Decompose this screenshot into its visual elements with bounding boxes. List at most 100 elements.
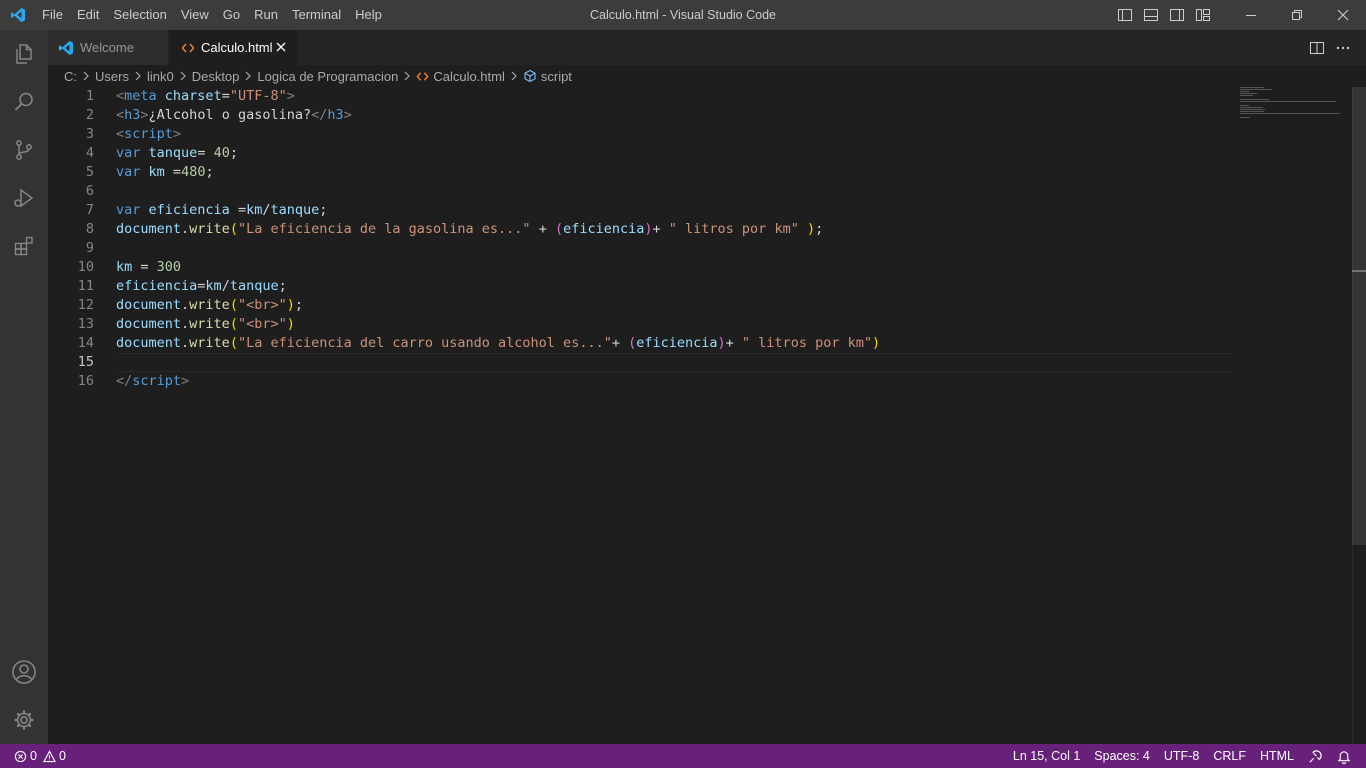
- line-numbers-gutter: 1 2 3 4 5 6 7 8 9 10 11 12 13 14 15 16: [48, 87, 94, 391]
- explorer-icon[interactable]: [0, 30, 48, 78]
- toggle-panel-icon[interactable]: [1138, 0, 1164, 30]
- cursor-position[interactable]: Ln 15, Col 1: [1006, 744, 1087, 768]
- code-line[interactable]: var tanque= 40;: [116, 144, 1232, 163]
- code-line[interactable]: [116, 353, 1232, 372]
- code-line[interactable]: document.write("<br>");: [116, 296, 1232, 315]
- notifications-bell-icon[interactable]: [1330, 744, 1358, 768]
- code-token: km: [205, 278, 222, 294]
- code-token: .: [181, 316, 190, 332]
- toggle-primary-sidebar-icon[interactable]: [1112, 0, 1138, 30]
- status-bar: 0 0 Ln 15, Col 1 Spaces: 4 UTF-8 CRLF HT…: [0, 744, 1366, 768]
- feedback-icon[interactable]: [1301, 744, 1330, 768]
- code-token: <: [116, 88, 125, 104]
- code-token: =: [164, 164, 182, 180]
- code-token: 480: [181, 164, 206, 180]
- code-line[interactable]: var eficiencia =km/tanque;: [116, 201, 1232, 220]
- chevron-right-icon: [402, 70, 412, 82]
- source-control-icon[interactable]: [0, 126, 48, 174]
- breadcrumb-file[interactable]: Calculo.html: [433, 69, 505, 84]
- code-token: .: [181, 221, 190, 237]
- chevron-right-icon: [133, 70, 143, 82]
- code-line[interactable]: km = 300: [116, 258, 1232, 277]
- end-of-line[interactable]: CRLF: [1206, 744, 1253, 768]
- toggle-secondary-sidebar-icon[interactable]: [1164, 0, 1190, 30]
- minimap-line: [1240, 91, 1249, 92]
- code-line[interactable]: [116, 239, 1232, 258]
- menu-edit[interactable]: Edit: [70, 0, 106, 30]
- code-editor[interactable]: 1 2 3 4 5 6 7 8 9 10 11 12 13 14 15 16 <meta charset="U…: [48, 87, 1366, 744]
- code-token: "La eficiencia del carro usando alcohol …: [237, 335, 612, 351]
- breadcrumb-user-folder[interactable]: link0: [147, 69, 174, 84]
- manage-gear-icon[interactable]: [0, 696, 48, 744]
- code-token: script: [132, 373, 182, 389]
- run-and-debug-icon[interactable]: [0, 174, 48, 222]
- code-line[interactable]: </script>: [116, 372, 1232, 391]
- vertical-scrollbar[interactable]: [1352, 87, 1366, 744]
- menu-run[interactable]: Run: [247, 0, 285, 30]
- breadcrumb-users[interactable]: Users: [95, 69, 129, 84]
- encoding[interactable]: UTF-8: [1157, 744, 1206, 768]
- warning-icon: [42, 749, 56, 763]
- code-token: document: [116, 335, 182, 351]
- accounts-icon[interactable]: [0, 648, 48, 696]
- restore-icon[interactable]: [1274, 0, 1320, 30]
- breadcrumb-desktop[interactable]: Desktop: [192, 69, 240, 84]
- tab-calculo-html[interactable]: Calculo.html: [169, 30, 297, 65]
- breadcrumb: C: Users link0 Desktop Logica de Program…: [48, 65, 1366, 87]
- code-token: ;: [278, 278, 287, 294]
- tab-welcome[interactable]: Welcome: [48, 30, 168, 65]
- code-line[interactable]: document.write("La eficiencia del carro …: [116, 334, 1232, 353]
- breadcrumb-symbol[interactable]: script: [541, 69, 572, 84]
- line-number: 1: [85, 88, 94, 104]
- code-token: ;: [294, 297, 304, 313]
- chevron-right-icon: [81, 70, 91, 82]
- code-line[interactable]: <script>: [116, 125, 1232, 144]
- editor-actions: [1304, 30, 1356, 65]
- close-icon[interactable]: [1320, 0, 1366, 30]
- code-line[interactable]: <meta charset="UTF-8">: [116, 87, 1232, 106]
- code-token: /: [221, 278, 230, 294]
- menu-view[interactable]: View: [174, 0, 216, 30]
- line-number: 3: [85, 126, 94, 142]
- code-line[interactable]: eficiencia=km/tanque;: [116, 277, 1232, 296]
- customize-layout-icon[interactable]: [1190, 0, 1216, 30]
- line-number: 5: [85, 164, 94, 180]
- search-icon[interactable]: [0, 78, 48, 126]
- code-line[interactable]: [116, 182, 1232, 201]
- menu-terminal[interactable]: Terminal: [285, 0, 348, 30]
- code-token: +: [530, 221, 555, 237]
- menu-selection[interactable]: Selection: [106, 0, 173, 30]
- more-actions-icon[interactable]: [1330, 30, 1356, 65]
- line-number: 8: [85, 221, 94, 237]
- code-line[interactable]: document.write("La eficiencia de la gaso…: [116, 220, 1232, 239]
- minimize-icon[interactable]: [1228, 0, 1274, 30]
- title-controls: [1112, 0, 1366, 30]
- code-line[interactable]: var km =480;: [116, 163, 1232, 182]
- menu-file[interactable]: File: [35, 0, 70, 30]
- split-editor-icon[interactable]: [1304, 30, 1330, 65]
- code-token: +: [611, 335, 629, 351]
- code-area[interactable]: <meta charset="UTF-8"> <h3>¿Alcohol o gas…: [116, 87, 1232, 391]
- scrollbar-thumb[interactable]: [1352, 87, 1366, 545]
- chevron-right-icon: [243, 70, 253, 82]
- html-file-icon: [416, 70, 429, 83]
- menu-go[interactable]: Go: [216, 0, 247, 30]
- breadcrumb-drive[interactable]: C:: [64, 69, 77, 84]
- code-token: (: [229, 221, 238, 237]
- menu-help[interactable]: Help: [348, 0, 389, 30]
- code-line[interactable]: <h3>¿Alcohol o gasolina?</h3>: [116, 106, 1232, 125]
- indentation[interactable]: Spaces: 4: [1087, 744, 1157, 768]
- code-token: (: [229, 316, 238, 332]
- code-token: (: [628, 335, 637, 351]
- language-mode[interactable]: HTML: [1253, 744, 1301, 768]
- code-token: document: [116, 297, 182, 313]
- code-token: =: [221, 88, 230, 104]
- extensions-icon[interactable]: [0, 222, 48, 270]
- code-line[interactable]: document.write("<br>"): [116, 315, 1232, 334]
- minimap[interactable]: [1240, 87, 1350, 127]
- problems-indicator[interactable]: 0 0: [0, 744, 66, 768]
- close-tab-icon[interactable]: [273, 39, 289, 55]
- code-token: eficiencia: [636, 335, 718, 351]
- breadcrumb-project-folder[interactable]: Logica de Programacion: [257, 69, 398, 84]
